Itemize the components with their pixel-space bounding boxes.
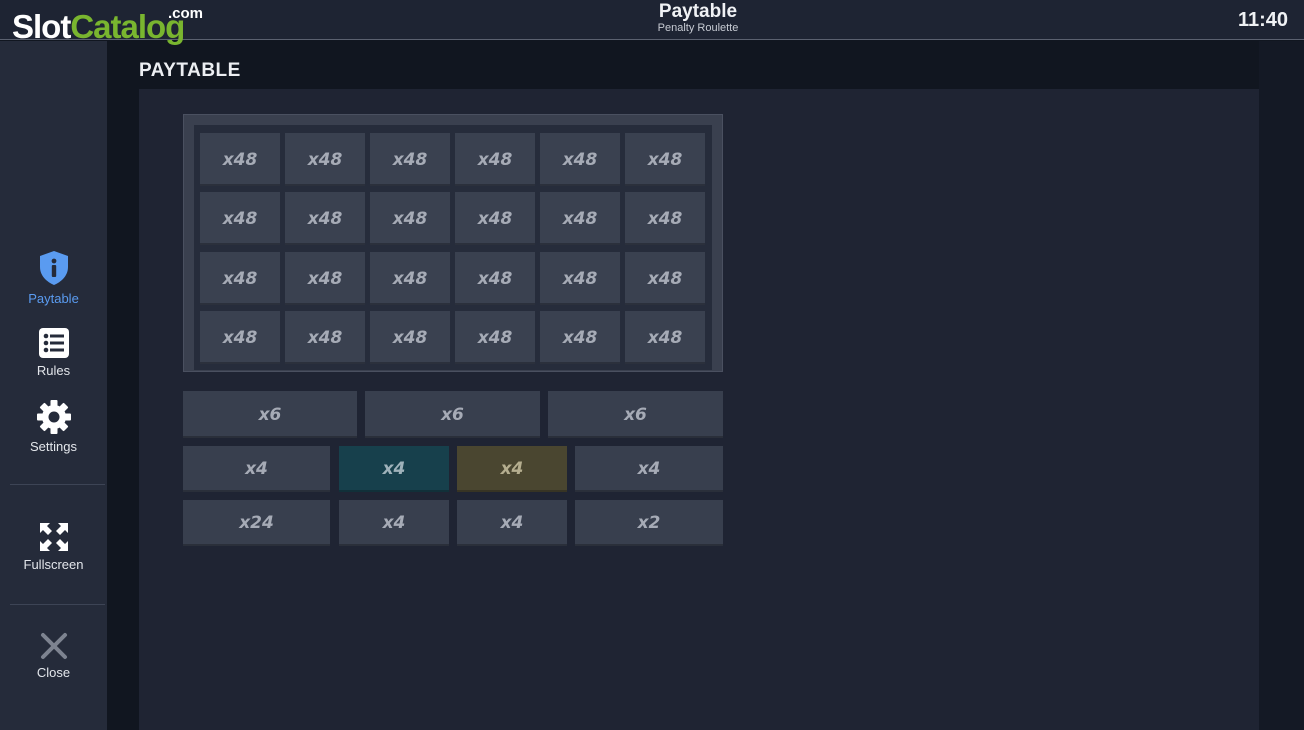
grid-cell[interactable]: x48 xyxy=(540,311,620,364)
sidebar-item-label: Paytable xyxy=(28,291,79,306)
close-icon xyxy=(40,633,67,659)
gear-icon xyxy=(36,400,71,434)
grid-cell[interactable]: x48 xyxy=(540,133,620,186)
logo-text-slot: Slot xyxy=(12,8,71,45)
grid-cell[interactable]: x48 xyxy=(200,311,280,364)
grid-cell[interactable]: x48 xyxy=(540,192,620,245)
bet-cell-bottom[interactable]: x2 xyxy=(575,500,723,546)
grid-cell[interactable]: x48 xyxy=(370,252,450,305)
grid-cell[interactable]: x48 xyxy=(200,252,280,305)
grid-cell[interactable]: x48 xyxy=(625,133,705,186)
grid-cell[interactable]: x48 xyxy=(285,133,365,186)
bet-cell-third[interactable]: x6 xyxy=(365,391,540,438)
bet-cell-third[interactable]: x6 xyxy=(548,391,723,438)
sidebar-item-label: Settings xyxy=(30,439,77,454)
sidebar-item-rules[interactable]: Rules xyxy=(0,327,107,378)
sidebar-divider xyxy=(10,484,105,485)
sidebar-item-close[interactable]: Close xyxy=(0,631,107,680)
grid-cell[interactable]: x48 xyxy=(625,252,705,305)
grid-cell[interactable]: x48 xyxy=(370,133,450,186)
game-subtitle: Penalty Roulette xyxy=(657,22,739,34)
header-title-group: Paytable Penalty Roulette xyxy=(552,1,844,35)
grid-cell[interactable]: x48 xyxy=(625,192,705,245)
logo-text-suffix: .com xyxy=(168,5,204,22)
bet-cell-outside[interactable]: x4 xyxy=(183,446,330,492)
right-edge-shade xyxy=(1259,41,1304,730)
number-grid: x48 x48 x48 x48 x48 x48 x48 x48 x48 x48 … xyxy=(194,125,712,370)
bet-cell-olive[interactable]: x4 xyxy=(457,446,567,492)
grid-cell[interactable]: x48 xyxy=(285,252,365,305)
grid-cell[interactable]: x48 xyxy=(200,133,280,186)
grid-cell[interactable]: x48 xyxy=(455,252,535,305)
bet-cell-third[interactable]: x6 xyxy=(183,391,357,438)
info-shield-icon xyxy=(39,251,68,285)
bet-cell-bottom[interactable]: x4 xyxy=(457,500,567,546)
bet-cell-teal[interactable]: x4 xyxy=(339,446,449,492)
sidebar-item-label: Fullscreen xyxy=(23,557,84,572)
sidebar-item-fullscreen[interactable]: Fullscreen xyxy=(0,521,107,572)
page-title: Paytable xyxy=(658,1,738,22)
bet-cell-bottom[interactable]: x4 xyxy=(339,500,449,546)
grid-cell[interactable]: x48 xyxy=(455,192,535,245)
grid-cell[interactable]: x48 xyxy=(370,192,450,245)
grid-cell[interactable]: x48 xyxy=(370,311,450,364)
grid-cell[interactable]: x48 xyxy=(455,311,535,364)
section-title: PAYTABLE xyxy=(139,60,241,81)
sidebar-item-label: Rules xyxy=(36,363,71,378)
bet-cell-outside[interactable]: x4 xyxy=(575,446,723,492)
fullscreen-icon xyxy=(39,523,68,551)
number-grid-frame: x48 x48 x48 x48 x48 x48 x48 x48 x48 x48 … xyxy=(183,114,723,372)
sidebar-item-settings[interactable]: Settings xyxy=(0,399,107,454)
grid-cell[interactable]: x48 xyxy=(200,192,280,245)
sidebar: Paytable Rules Settings Fullscreen Close xyxy=(0,41,107,730)
grid-cell[interactable]: x48 xyxy=(625,311,705,364)
grid-cell[interactable]: x48 xyxy=(285,192,365,245)
top-bar: SlotCatalog .com Paytable Penalty Roulet… xyxy=(0,0,1304,45)
slotcatalog-logo: SlotCatalog .com xyxy=(12,6,203,45)
grid-cell[interactable]: x48 xyxy=(285,311,365,364)
clock: 11:40 xyxy=(1237,9,1288,31)
bet-cell-bottom[interactable]: x24 xyxy=(183,500,330,546)
sidebar-divider xyxy=(10,604,105,605)
list-icon xyxy=(38,328,69,358)
grid-cell[interactable]: x48 xyxy=(540,252,620,305)
sidebar-item-label: Close xyxy=(36,665,71,680)
sidebar-item-paytable[interactable]: Paytable xyxy=(0,249,107,306)
grid-cell[interactable]: x48 xyxy=(455,133,535,186)
